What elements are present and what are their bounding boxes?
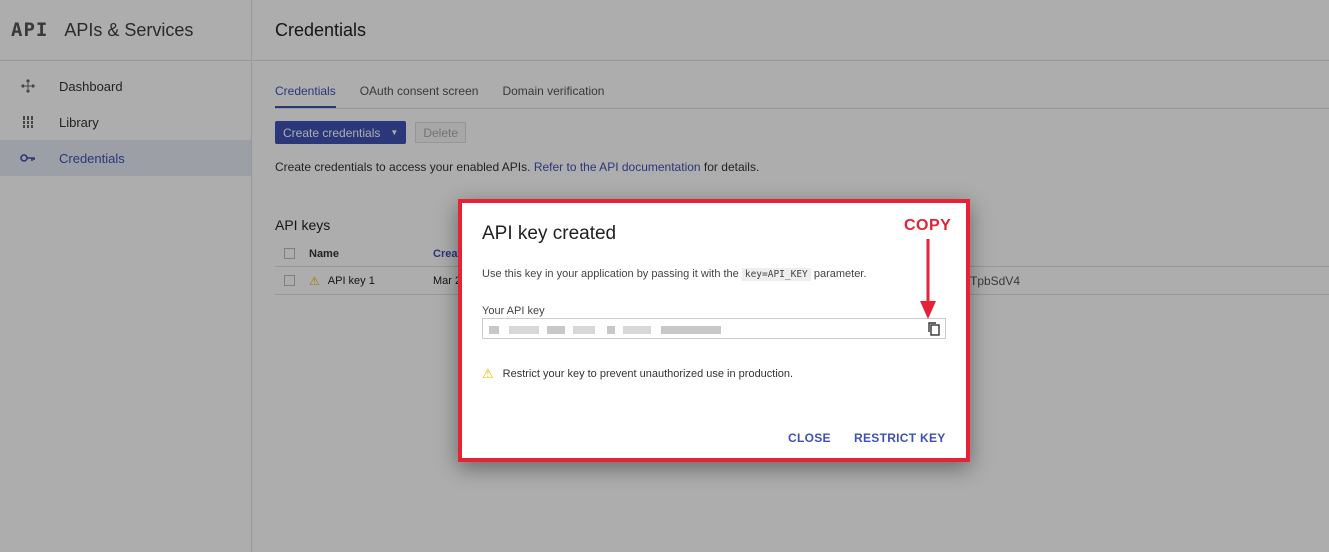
warning-icon: ⚠ [482,366,494,381]
key-param-code: key=API_KEY [741,268,811,281]
api-key-created-dialog: API key created Use this key in your app… [458,199,970,462]
dialog-title: API key created [482,223,617,244]
api-key-label: Your API key [482,305,545,317]
dialog-desc-after: parameter. [810,268,867,280]
redacted-key-value [489,326,725,334]
api-key-field[interactable] [482,318,946,339]
copy-icon[interactable] [926,321,942,337]
restrict-warning-text: Restrict your key to prevent unauthorize… [502,368,794,380]
dialog-desc-before: Use this key in your application by pass… [482,268,742,280]
copy-annotation: COPY [904,217,952,234]
dialog-description: Use this key in your application by pass… [482,268,867,281]
restrict-key-button[interactable]: RESTRICT KEY [854,431,946,445]
annotation-arrow-icon [920,239,936,319]
close-button[interactable]: CLOSE [788,431,831,445]
restrict-warning: ⚠ Restrict your key to prevent unauthori… [482,366,793,382]
